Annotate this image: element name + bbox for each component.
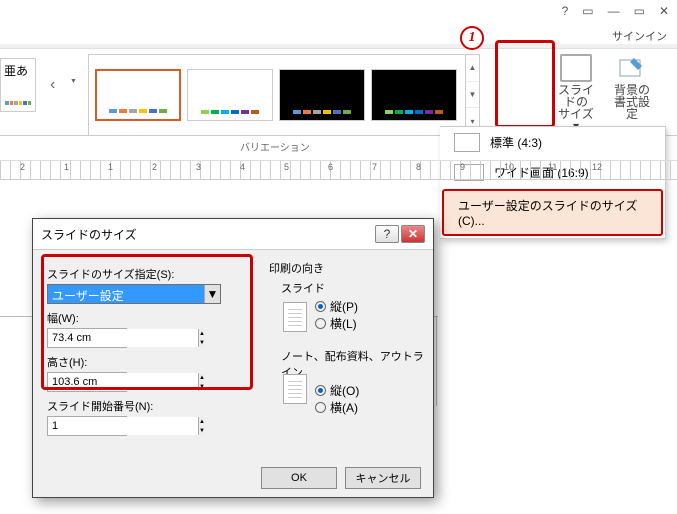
slide-size-dialog: スライドのサイズ ? ✕ スライドのサイズ指定(S): ユーザー設定 ▼ 幅(W… <box>32 218 434 498</box>
minimize-icon[interactable]: — <box>608 4 620 18</box>
height-spinner[interactable]: ▲▼ <box>47 372 127 392</box>
variation-label: バリエーション <box>240 139 310 154</box>
spin-down-icon[interactable]: ▼ <box>199 426 205 435</box>
slide-size-button[interactable]: スライドの サイズ ▾ <box>551 50 601 136</box>
spin-down-icon[interactable]: ▼ <box>199 338 205 347</box>
slide-edge <box>436 316 437 406</box>
font-dropdown-icon[interactable]: ▼ <box>70 78 77 85</box>
variation-gallery: ▲ ▼ ▾ <box>88 54 480 136</box>
variation-thumb[interactable] <box>187 69 273 121</box>
radio-portrait-o[interactable]: 縦(O) <box>315 382 433 399</box>
signin-link[interactable]: サインイン <box>612 28 667 44</box>
width-spinner[interactable]: ▲▼ <box>47 328 127 348</box>
spin-up-icon[interactable]: ▲ <box>199 329 205 338</box>
window-controls: ? ▭ — ▭ ✕ <box>562 4 669 18</box>
startnum-spinner[interactable]: ▲▼ <box>47 416 127 436</box>
scroll-down-icon[interactable]: ▼ <box>466 82 479 109</box>
radio-icon <box>315 318 326 329</box>
font-preview-text: 亜あ <box>4 64 28 78</box>
spin-up-icon[interactable]: ▲ <box>199 417 205 426</box>
radio-icon <box>315 301 326 312</box>
radio-portrait-p[interactable]: 縦(P) <box>315 298 433 315</box>
restore-icon[interactable]: ▭ <box>634 4 645 18</box>
help-icon[interactable]: ? <box>562 4 569 18</box>
spin-up-icon[interactable]: ▲ <box>199 373 205 382</box>
width-input[interactable] <box>48 329 198 347</box>
startnum-input[interactable] <box>48 417 198 435</box>
radio-landscape-a[interactable]: 横(A) <box>315 399 433 416</box>
badge-1: 1 <box>460 26 484 50</box>
menu-standard-43[interactable]: 標準 (4:3) <box>440 127 665 158</box>
dialog-titlebar: スライドのサイズ ? ✕ <box>33 219 433 250</box>
slide-size-icon <box>560 54 592 82</box>
callout-box-1 <box>495 40 555 128</box>
variation-thumb[interactable] <box>371 69 457 121</box>
page-orientation-icon <box>283 374 307 404</box>
slide-sublabel: スライド <box>281 280 433 296</box>
prev-arrow-icon[interactable]: ‹ <box>50 76 55 94</box>
radio-landscape-l[interactable]: 横(L) <box>315 315 433 332</box>
ratio-icon <box>454 133 480 152</box>
page-orientation-icon <box>283 302 307 332</box>
variation-scroll: ▲ ▼ ▾ <box>465 55 479 135</box>
size-spec-combo[interactable]: ユーザー設定 ▼ <box>47 284 221 304</box>
ok-button[interactable]: OK <box>261 467 337 489</box>
cancel-button[interactable]: キャンセル <box>345 467 421 489</box>
variation-thumb[interactable] <box>279 69 365 121</box>
format-background-icon <box>616 54 648 82</box>
dialog-help-button[interactable]: ? <box>375 225 399 243</box>
close-icon[interactable]: ✕ <box>659 4 669 18</box>
chevron-down-icon[interactable]: ▼ <box>204 285 220 303</box>
height-input[interactable] <box>48 373 198 391</box>
ribbon-customize-group: スライドの サイズ ▾ 背景の 書式設定 <box>551 50 657 136</box>
print-orientation-label: 印刷の向き <box>269 260 433 276</box>
ruler-numbers: 21123456789101112 <box>0 162 677 176</box>
dialog-title: スライドのサイズ <box>41 226 137 243</box>
background-format-button[interactable]: 背景の 書式設定 <box>607 50 657 136</box>
menu-custom-size[interactable]: ユーザー設定のスライドのサイズ(C)... <box>442 189 663 236</box>
radio-icon <box>315 402 326 413</box>
variation-thumb[interactable] <box>95 69 181 121</box>
dialog-close-button[interactable]: ✕ <box>401 225 425 243</box>
radio-icon <box>315 385 326 396</box>
scroll-up-icon[interactable]: ▲ <box>466 55 479 82</box>
slide-size-menu: 標準 (4:3) ワイド画面 (16:9) ユーザー設定のスライドのサイズ(C)… <box>440 126 666 239</box>
font-preview[interactable]: 亜あ <box>0 58 36 112</box>
size-spec-value: ユーザー設定 <box>48 285 204 303</box>
ribbon-options-icon[interactable]: ▭ <box>582 4 593 18</box>
spin-down-icon[interactable]: ▼ <box>199 382 205 391</box>
